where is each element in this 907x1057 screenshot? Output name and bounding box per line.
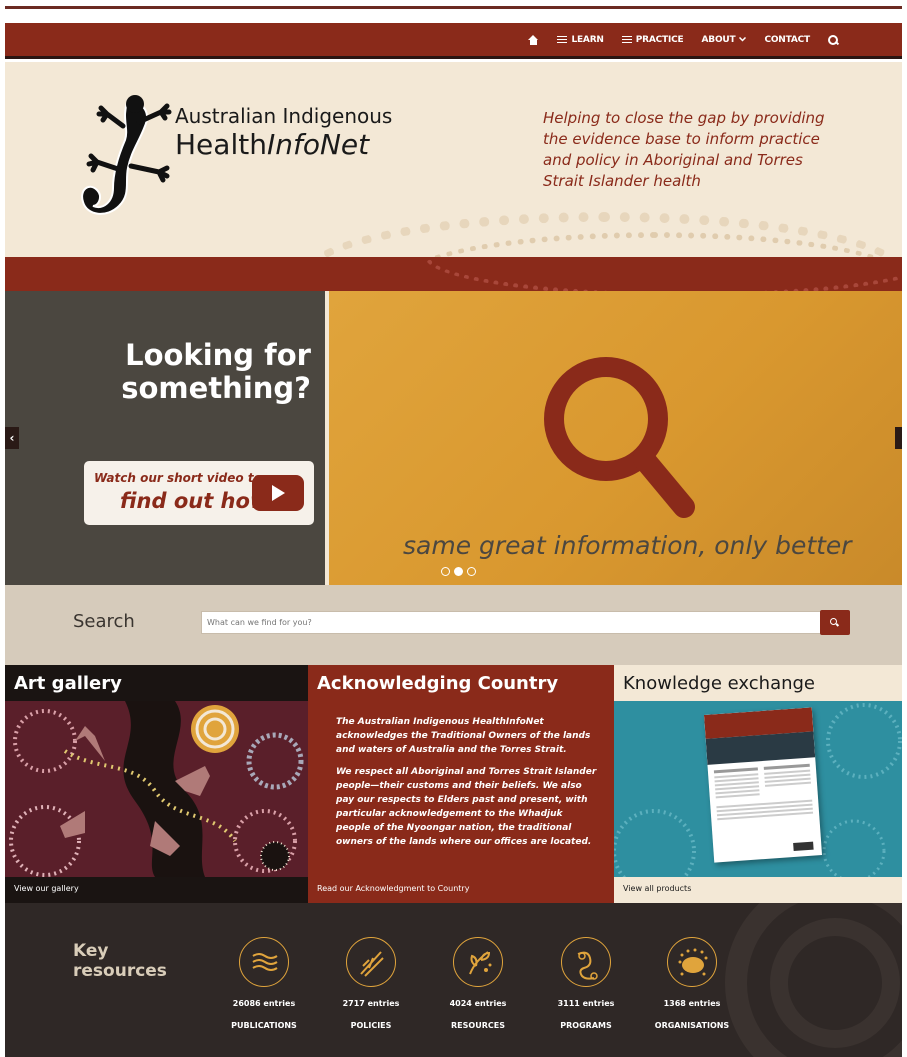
search-input[interactable]: [201, 611, 821, 634]
home-icon: [528, 34, 539, 45]
nav-practice-label: PRACTICE: [635, 34, 684, 45]
top-accent-line: [5, 6, 902, 9]
policies-icon: [346, 937, 396, 987]
search-section: Search: [5, 585, 902, 665]
read-acknowledgement-link[interactable]: Read our Acknowledgment to Country: [317, 884, 469, 893]
nav-learn-label: LEARN: [571, 34, 604, 45]
carousel-dot[interactable]: [441, 567, 450, 576]
resource-policies[interactable]: 2717 entries POLICIES: [321, 937, 421, 1030]
publications-icon: [239, 937, 289, 987]
nav-learn[interactable]: LEARN: [557, 34, 604, 45]
resource-count: 1368 entries: [663, 999, 721, 1008]
key-resources-title: Key resources: [73, 941, 167, 981]
logo-text-line2: HealthInfoNet: [175, 128, 369, 161]
gecko-logo-icon[interactable]: [73, 90, 188, 230]
play-icon: [252, 475, 304, 511]
publication-cover-image: [703, 707, 823, 863]
site-header: Australian Indigenous HealthInfoNet Help…: [5, 62, 902, 257]
carousel-indicators: [441, 567, 476, 576]
resource-label: PUBLICATIONS: [231, 1021, 297, 1030]
knowledge-exchange-image: [614, 701, 902, 877]
resource-count: 4024 entries: [449, 999, 507, 1008]
nav-about-label: ABOUT: [701, 34, 736, 45]
aboriginal-artwork-image: [5, 701, 308, 877]
nav-contact-label: CONTACT: [764, 34, 810, 45]
resource-resources[interactable]: 4024 entries RESOURCES: [428, 937, 528, 1030]
site-tagline: Helping to close the gap by providing th…: [543, 109, 825, 190]
search-label: Search: [73, 611, 135, 632]
header-band: [5, 257, 902, 291]
dot-art-decoration: [425, 257, 902, 291]
nav-menu: LEARN PRACTICE ABOUT CONTACT: [528, 23, 838, 56]
search-icon: [830, 618, 839, 627]
acknowledging-country-title: Acknowledging Country: [317, 673, 559, 694]
carousel-dot-active[interactable]: [454, 567, 463, 576]
hero-left-panel: Looking for something? Watch our short v…: [5, 291, 325, 585]
resource-count: 3111 entries: [557, 999, 615, 1008]
video-button-line2: find out how: [120, 489, 270, 513]
magnifier-icon: [544, 357, 695, 518]
hero-caption: same great information, only better: [403, 531, 852, 560]
resource-publications[interactable]: 26086 entries PUBLICATIONS: [214, 937, 314, 1030]
acknowledgement-text: The Australian Indigenous HealthInfoNet …: [336, 715, 598, 857]
nav-home[interactable]: [528, 34, 539, 45]
programs-icon: [561, 937, 611, 987]
art-gallery-title: Art gallery: [14, 673, 122, 694]
ring-decoration: [770, 918, 900, 1048]
nav-contact[interactable]: CONTACT: [764, 35, 810, 45]
resource-organisations[interactable]: 1368 entries ORGANISATIONS: [642, 937, 742, 1030]
hero-title: Looking for something?: [121, 338, 311, 405]
video-button-line1: Watch our short video to: [94, 471, 262, 485]
chevron-down-icon: [739, 37, 747, 42]
hero-right-panel: same great information, only better: [329, 291, 902, 585]
main-nav: LEARN PRACTICE ABOUT CONTACT: [5, 23, 902, 59]
resource-count: 26086 entries: [232, 999, 296, 1008]
carousel-prev-button[interactable]: ‹: [5, 427, 19, 449]
logo-text-line1: Australian Indigenous: [175, 104, 393, 128]
search-icon: [828, 34, 838, 45]
document-preview-icon: [703, 707, 816, 852]
logo-health: Health: [175, 128, 267, 161]
watch-video-button[interactable]: Watch our short video to find out how: [84, 461, 314, 525]
acknowledging-country-tile[interactable]: Acknowledging Country The Australian Ind…: [308, 665, 614, 903]
resource-count: 2717 entries: [342, 999, 400, 1008]
logo-infonet: InfoNet: [266, 128, 370, 161]
nav-practice[interactable]: PRACTICE: [621, 34, 684, 45]
art-gallery-tile[interactable]: Art gallery View our gallery: [5, 665, 308, 903]
nav-about[interactable]: ABOUT: [702, 35, 747, 45]
menu-icon: [621, 36, 632, 43]
acknowledgement-para1: The Australian Indigenous HealthInfoNet …: [336, 717, 591, 755]
view-all-products-link[interactable]: View all products: [623, 884, 691, 893]
carousel-dot[interactable]: [467, 567, 476, 576]
resource-label: PROGRAMS: [560, 1021, 612, 1030]
knowledge-exchange-title: Knowledge exchange: [623, 673, 816, 694]
view-gallery-link[interactable]: View our gallery: [14, 884, 79, 893]
acknowledgement-para2: We respect all Aboriginal and Torres Str…: [336, 767, 597, 847]
hero-carousel: Looking for something? Watch our short v…: [5, 291, 902, 585]
nav-search[interactable]: [828, 34, 838, 45]
search-button[interactable]: [820, 610, 850, 635]
resource-label: ORGANISATIONS: [654, 1021, 730, 1030]
menu-icon: [557, 36, 568, 43]
key-resources-section: Key resources 26086 entries PUBLICATIONS…: [5, 903, 902, 1057]
resource-label: POLICIES: [350, 1021, 392, 1030]
organisations-icon: [667, 937, 717, 987]
resource-programs[interactable]: 3111 entries PROGRAMS: [536, 937, 636, 1030]
knowledge-exchange-tile[interactable]: Knowledge exchange View all products: [614, 665, 902, 903]
carousel-next-button[interactable]: [895, 427, 902, 449]
resources-icon: [453, 937, 503, 987]
resource-label: RESOURCES: [451, 1021, 505, 1030]
feature-tiles: Art gallery View our gallery Acknowledgi…: [5, 665, 902, 903]
